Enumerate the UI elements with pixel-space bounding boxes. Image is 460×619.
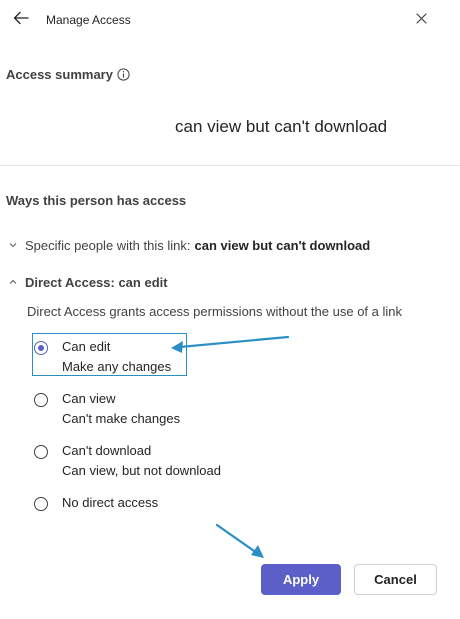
option-title: No direct access (62, 495, 159, 510)
direct-access-description: Direct Access grants access permissions … (27, 304, 402, 319)
radio-button-selected[interactable] (34, 341, 48, 355)
cancel-button[interactable]: Cancel (354, 564, 437, 595)
radio-option-can-view[interactable]: Can view Can't make changes (34, 391, 180, 429)
close-icon (415, 11, 427, 29)
ways-section-title: Ways this person has access (6, 193, 187, 208)
access-summary-title: Access summary (6, 67, 113, 82)
radio-button[interactable] (34, 445, 48, 459)
specific-link-label: Specific people with this link: (25, 237, 191, 253)
radio-option-no-direct-access[interactable]: No direct access (34, 495, 158, 513)
direct-access-label: Direct Access: can edit (25, 274, 168, 290)
radio-button[interactable] (34, 393, 48, 407)
access-summary-text: can view but can't download (175, 117, 388, 136)
annotation-arrow-to-apply (215, 523, 264, 558)
divider (0, 165, 460, 166)
apply-button[interactable]: Apply (261, 564, 341, 595)
option-subtitle: Make any changes (62, 359, 172, 374)
radio-button[interactable] (34, 497, 48, 511)
back-button[interactable] (8, 8, 34, 32)
annotation-arrow-to-can-edit (171, 335, 290, 353)
specific-link-expander[interactable]: Specific people with this link: can view… (8, 236, 370, 254)
close-button[interactable] (410, 9, 432, 31)
dialog-title: Manage Access (46, 13, 131, 27)
chevron-down-icon (8, 240, 18, 250)
option-title: Can view (62, 391, 116, 406)
option-title: Can't download (62, 443, 152, 458)
option-subtitle: Can't make changes (62, 411, 181, 426)
arrow-left-icon (13, 11, 29, 30)
specific-link-value: can view but can't download (194, 237, 371, 253)
direct-access-expander[interactable]: Direct Access: can edit (8, 273, 168, 291)
radio-option-cant-download[interactable]: Can't download Can view, but not downloa… (34, 443, 221, 481)
radio-option-can-edit[interactable]: Can edit Make any changes (34, 339, 171, 377)
chevron-up-icon (8, 277, 18, 287)
info-icon[interactable] (117, 68, 130, 81)
option-subtitle: Can view, but not download (62, 463, 221, 478)
option-title: Can edit (62, 339, 111, 354)
